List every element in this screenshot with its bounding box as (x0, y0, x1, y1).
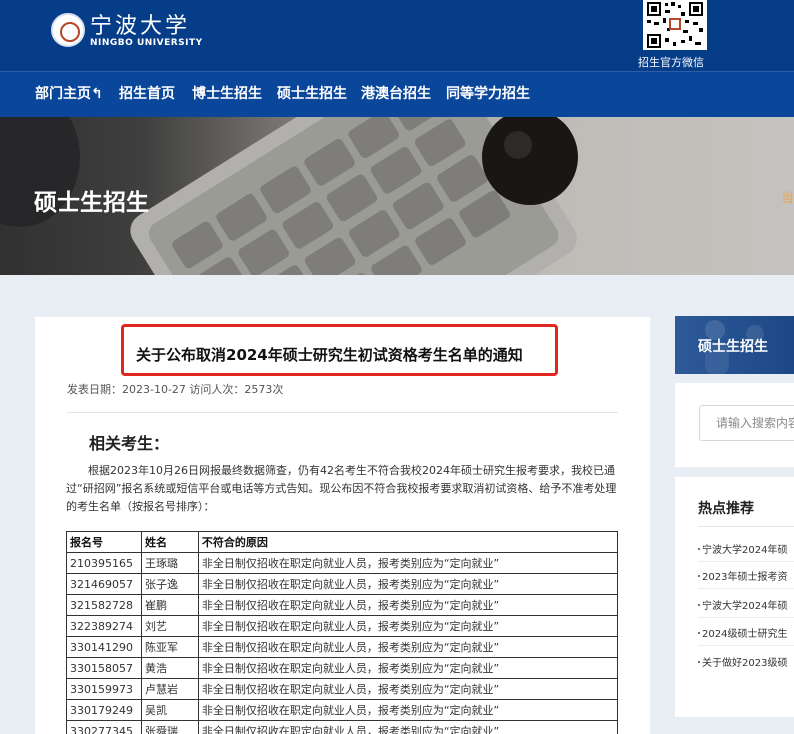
article-title: 关于公布取消2024年硕士研究生初试资格考生名单的通知 (136, 346, 523, 364)
nav-item-masters[interactable]: 硕士生招生 (277, 83, 347, 103)
table-row: 330158057 黄浩 非全日制仅招收在职定向就业人员，报考类别应为“定向就业” (66, 657, 619, 679)
page-banner: 硕士生招生 当 (0, 117, 794, 275)
cell-name: 张舜瑞 (140, 720, 199, 734)
cell-reason: 非全日制仅招收在职定向就业人员，报考类别应为“定向就业” (197, 699, 619, 721)
search-input[interactable] (699, 405, 794, 441)
table-row: 321582728 崔鹏 非全日制仅招收在职定向就业人员，报考类别应为“定向就业” (66, 594, 619, 616)
hot-item-divider (698, 617, 794, 618)
cell-reason: 非全日制仅招收在职定向就业人员，报考类别应为“定向就业” (197, 636, 619, 658)
column-header-reg-no: 报名号 (66, 531, 142, 553)
hot-recommend-title: 热点推荐 (698, 501, 754, 517)
hot-item-divider (698, 588, 794, 589)
nav-item-admissions-home[interactable]: 招生首页 (119, 83, 175, 103)
university-logo[interactable] (51, 13, 85, 47)
table-row: 330159973 卢慧岩 非全日制仅招收在职定向就业人员，报考类别应为“定向就业” (66, 678, 619, 700)
cell-reg-no: 322389274 (66, 615, 142, 637)
cell-reg-no: 330179249 (66, 699, 142, 721)
table-row: 330277345 张舜瑞 非全日制仅招收在职定向就业人员，报考类别应为“定向就业” (66, 720, 619, 734)
cell-reason: 非全日制仅招收在职定向就业人员，报考类别应为“定向就业” (197, 573, 619, 595)
hot-item[interactable]: 关于做好2023级硕 (697, 654, 787, 669)
column-header-reason: 不符合的原因 (197, 531, 619, 553)
cell-reason: 非全日制仅招收在职定向就业人员，报考类别应为“定向就业” (197, 552, 619, 574)
cell-reason: 非全日制仅招收在职定向就业人员，报考类别应为“定向就业” (197, 657, 619, 679)
university-name-cn[interactable]: 宁波大学 (90, 8, 190, 40)
cell-reg-no: 330158057 (66, 657, 142, 679)
cell-name: 张子逸 (140, 573, 199, 595)
qr-code-label: 招生官方微信 (638, 56, 704, 69)
nav-item-equivalent-degree[interactable]: 同等学力招生 (446, 83, 530, 103)
university-name-en[interactable]: NINGBO UNIVERSITY (90, 38, 203, 48)
article-paragraph: 根据2023年10月26日网报最终数据筛查，仍有42名考生不符合我校2024年硕… (66, 464, 617, 513)
candidate-table: 报名号 姓名 不符合的原因 210395165 王琢璐 非全日制仅招收在职定向就业人… (66, 531, 619, 734)
nav-item-doctoral[interactable]: 博士生招生 (192, 83, 262, 103)
hot-item[interactable]: 宁波大学2024年硕 (697, 541, 787, 556)
qr-code-image (643, 0, 707, 50)
hot-item[interactable]: 2023年硕士报考资 (697, 568, 787, 583)
cell-reg-no: 330159973 (66, 678, 142, 700)
cell-name: 刘艺 (140, 615, 199, 637)
cell-reg-no: 321582728 (66, 594, 142, 616)
cell-reg-no: 210395165 (66, 552, 142, 574)
hot-item-divider (698, 645, 794, 646)
cell-name: 崔鹏 (140, 594, 199, 616)
cell-reg-no: 330277345 (66, 720, 142, 734)
nav-item-department-home[interactable]: 部门主页↰ (35, 83, 103, 103)
hot-item[interactable]: 宁波大学2024年硕 (697, 597, 787, 612)
cell-reason: 非全日制仅招收在职定向就业人员，报考类别应为“定向就业” (197, 594, 619, 616)
article-meta: 发表日期：2023-10-27 访问人次：2573次 (67, 383, 284, 396)
cell-reg-no: 330141290 (66, 636, 142, 658)
article-divider (67, 412, 618, 413)
cell-reason: 非全日制仅招收在职定向就业人员，报考类别应为“定向就业” (197, 615, 619, 637)
table-row: 330179249 吴凯 非全日制仅招收在职定向就业人员，报考类别应为“定向就业” (66, 699, 619, 721)
cell-reg-no: 321469057 (66, 573, 142, 595)
table-header-row: 报名号 姓名 不符合的原因 (66, 531, 619, 553)
hot-item[interactable]: 2024级硕士研究生 (697, 625, 787, 640)
table-row: 322389274 刘艺 非全日制仅招收在职定向就业人员，报考类别应为“定向就业” (66, 615, 619, 637)
main-nav: 部门主页↰ 招生首页 博士生招生 硕士生招生 港澳台招生 同等学力招生 (0, 71, 794, 117)
nav-item-hk-macao-taiwan[interactable]: 港澳台招生 (361, 83, 431, 103)
cell-name: 黄浩 (140, 657, 199, 679)
sidebar-section-title[interactable]: 硕士生招生 (698, 336, 768, 356)
cell-name: 王琢璐 (140, 552, 199, 574)
hot-recommend-divider (698, 526, 794, 527)
breadcrumb-fragment: 当 (781, 191, 794, 206)
hot-item-divider (698, 561, 794, 562)
banner-title: 硕士生招生 (34, 190, 149, 216)
table-row: 210395165 王琢璐 非全日制仅招收在职定向就业人员，报考类别应为“定向就业” (66, 552, 619, 574)
site-header: 宁波大学 NINGBO UNIVERSITY 招生官方微信 (0, 0, 794, 71)
table-row: 321469057 张子逸 非全日制仅招收在职定向就业人员，报考类别应为“定向就业” (66, 573, 619, 595)
cell-name: 卢慧岩 (140, 678, 199, 700)
table-body: 210395165 王琢璐 非全日制仅招收在职定向就业人员，报考类别应为“定向就业”… (66, 552, 619, 734)
cell-name: 吴凯 (140, 699, 199, 721)
column-header-name: 姓名 (140, 531, 199, 553)
cell-reason: 非全日制仅招收在职定向就业人员，报考类别应为“定向就业” (197, 720, 619, 734)
cell-reason: 非全日制仅招收在职定向就业人员，报考类别应为“定向就业” (197, 678, 619, 700)
article-subhead: 相关考生： (89, 434, 170, 453)
table-row: 330141290 陈亚军 非全日制仅招收在职定向就业人员，报考类别应为“定向就业” (66, 636, 619, 658)
cell-name: 陈亚军 (140, 636, 199, 658)
